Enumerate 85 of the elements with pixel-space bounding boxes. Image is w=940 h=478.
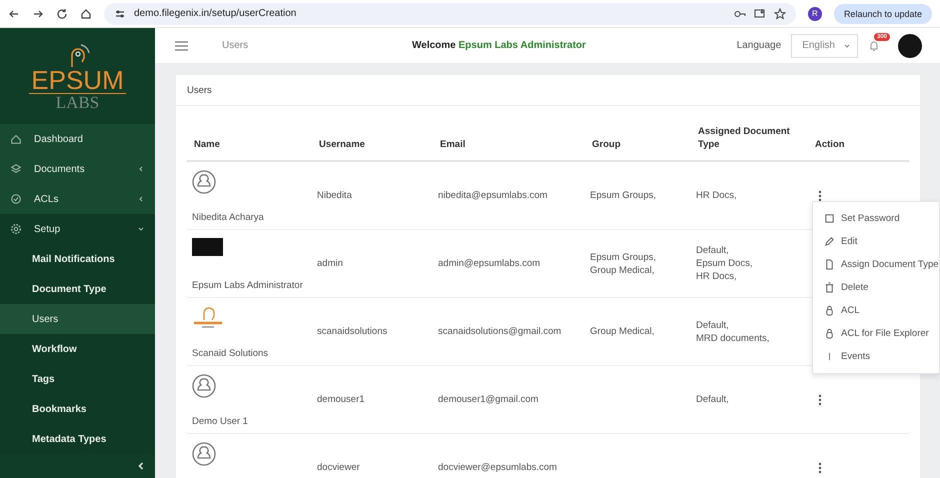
bell-icon[interactable]: [868, 40, 880, 52]
table-cell-text: Epsum Docs,: [696, 257, 754, 270]
user-avatar[interactable]: [898, 34, 922, 58]
table-cell-text: HR Docs,: [696, 270, 738, 283]
card-title: Users: [176, 75, 920, 106]
trash-icon: [824, 282, 835, 293]
menu-item[interactable]: ACL: [813, 299, 939, 322]
home-icon: [10, 133, 22, 145]
menu-item[interactable]: ACL for File Explorer: [813, 322, 939, 345]
sidebar-item[interactable]: ACLs: [0, 184, 155, 214]
back-icon[interactable]: [8, 8, 20, 20]
relaunch-button[interactable]: Relaunch to update: [834, 4, 932, 24]
lock-icon: [824, 305, 835, 316]
table-cell-text: Nibedita: [316, 189, 353, 203]
table-cell-text: Group Medical,: [590, 264, 656, 276]
sidebar-item[interactable]: Documents: [0, 154, 155, 184]
more-icon[interactable]: [818, 190, 822, 202]
logo-subtitle: LABS: [56, 94, 100, 112]
document-icon: [824, 259, 835, 270]
forward-icon[interactable]: [32, 8, 44, 20]
breadcrumb: Users: [222, 40, 250, 51]
table-cell-text: Epsum Groups,: [590, 250, 657, 264]
menu-item[interactable]: Delete: [813, 276, 939, 299]
table-cell: Epsum Labs Administrator: [192, 280, 303, 291]
chevron-icon: [137, 165, 145, 173]
table-cell-text: demouser1@gmail.com: [437, 393, 540, 407]
table-cell: Demo User 1: [192, 416, 248, 427]
chevron-icon: [137, 195, 145, 203]
table-cell-text: nibedita@epsumlabs.com: [437, 189, 548, 203]
settings-icon: [10, 223, 22, 235]
table-cell-text: scanaidsolutions@gmail.com: [437, 325, 562, 339]
chevron-icon: [137, 225, 145, 233]
table-cell-text: HR Docs,: [696, 189, 738, 202]
square-icon: [824, 213, 835, 224]
table-cell-text: Group Medical,: [590, 325, 656, 338]
address-bar[interactable]: demo.filegenix.in/setup/userCreation: [104, 2, 796, 24]
sidebar-item[interactable]: Dashboard: [0, 124, 155, 154]
user-avatar-icon: [192, 170, 216, 194]
table-cell-text: docviewer: [316, 461, 361, 475]
reload-icon[interactable]: [56, 8, 68, 20]
layers-icon: [10, 163, 22, 175]
home-icon[interactable]: [80, 8, 92, 20]
column-header: Assigned Document Type: [697, 125, 791, 152]
table-cell-text: Default,: [696, 393, 730, 406]
menu-item[interactable]: Edit: [813, 230, 939, 253]
profile-icon[interactable]: R: [808, 6, 822, 20]
pencil-icon: [824, 236, 835, 247]
table-cell: Nibedita Acharya: [192, 212, 264, 223]
menu-item[interactable]: Assign Document Type: [813, 253, 939, 276]
install-icon[interactable]: [754, 8, 766, 20]
column-header: Action: [814, 138, 846, 152]
photo-placeholder: [192, 238, 223, 256]
table-cell-text: admin: [316, 257, 344, 271]
star-icon[interactable]: [774, 8, 786, 20]
table-cell: Scanaid Solutions: [192, 348, 268, 359]
column-header: Username: [318, 138, 366, 152]
menu-item[interactable]: Events: [813, 345, 939, 368]
menu-item[interactable]: Set Password: [813, 207, 939, 230]
table-cell-text: demouser1: [316, 393, 366, 407]
column-header: Group: [591, 138, 622, 152]
table-cell-text: Default,: [696, 244, 730, 257]
table-cell-text: admin@epsumlabs.com: [437, 257, 542, 271]
logo-drawing: [192, 306, 224, 330]
sidebar-subitem[interactable]: Users: [0, 304, 155, 334]
user-avatar-icon: [192, 442, 216, 466]
collapse-icon[interactable]: [137, 462, 145, 470]
table-cell-text: MRD documents,: [696, 332, 770, 344]
site-settings-icon[interactable]: [114, 8, 126, 20]
language-label: Language: [736, 40, 782, 51]
table-cell-text: scanaidsolutions: [316, 325, 388, 339]
table-cell-text: Epsum Groups,: [590, 189, 657, 202]
language-select[interactable]: English: [791, 34, 858, 58]
more-icon[interactable]: [818, 462, 822, 474]
column-header: Name: [193, 138, 221, 152]
logo-title: EPSUM: [29, 66, 126, 94]
chevron-down-icon: [843, 42, 851, 50]
check-circle-icon: [10, 193, 22, 205]
user-avatar-icon: [192, 374, 216, 398]
welcome-text: Welcome Epsum Labs Administrator: [412, 40, 587, 51]
menu-icon[interactable]: [175, 40, 188, 50]
more-icon[interactable]: [818, 394, 822, 406]
table-cell-text: Default,: [696, 318, 730, 332]
table-cell-text: docviewer@epsumlabs.com: [437, 461, 558, 475]
column-header: Email: [439, 138, 466, 152]
lock-icon: [824, 328, 835, 339]
